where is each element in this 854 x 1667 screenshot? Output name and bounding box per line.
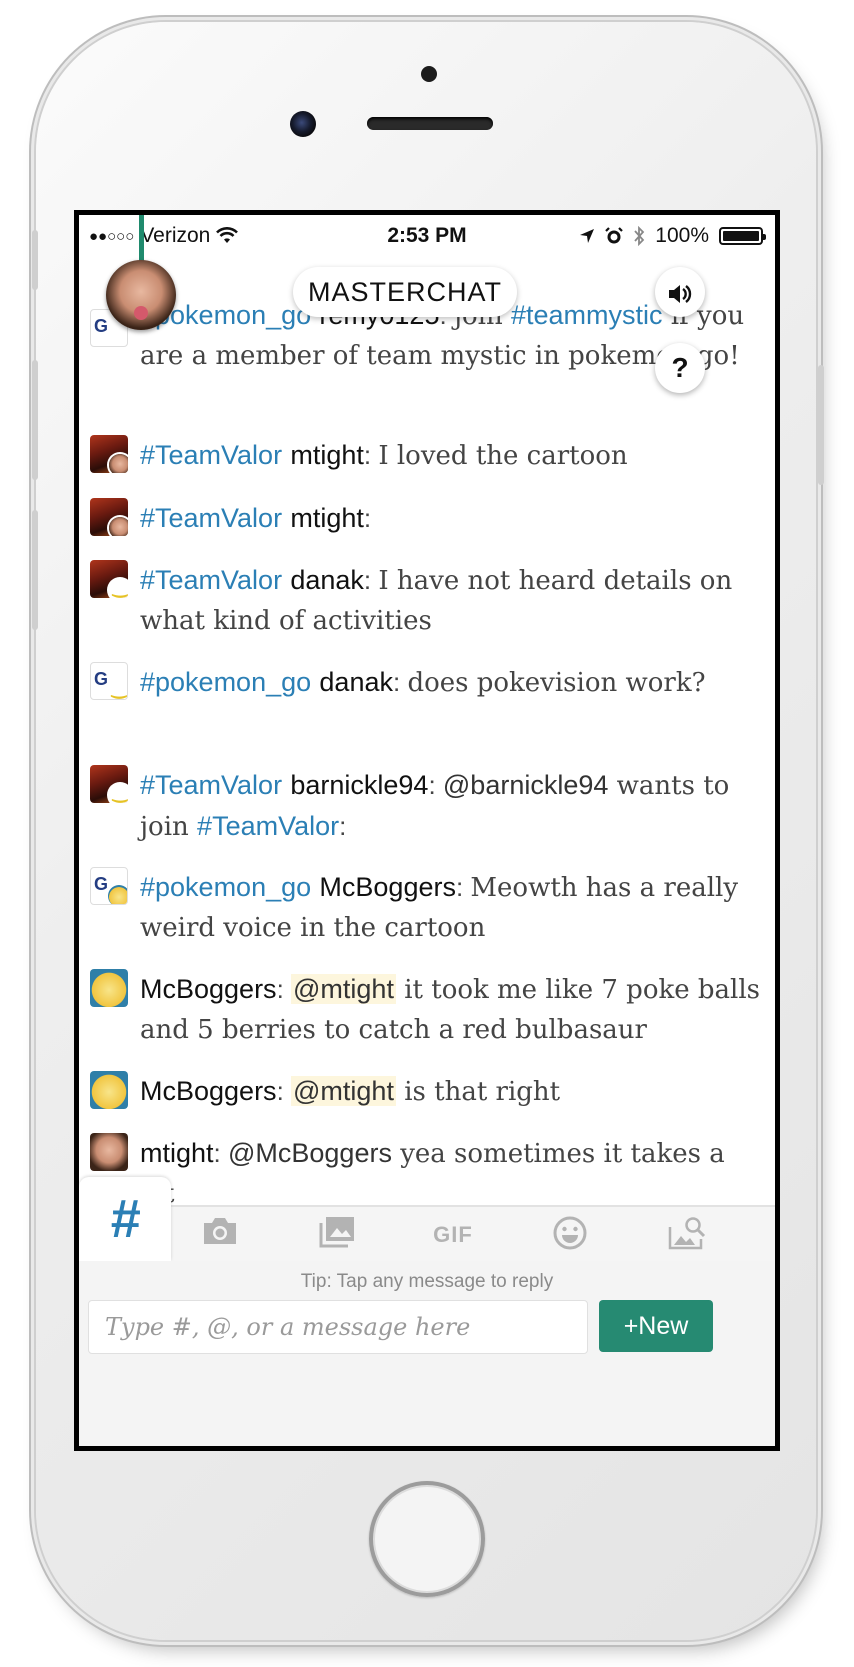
channel-tag[interactable]: #TeamValor <box>140 565 282 595</box>
bluetooth-icon <box>634 226 645 246</box>
username[interactable]: McBoggers <box>140 974 277 1004</box>
message-text: #TeamValor barnickle94: @barnickle94 wan… <box>140 765 760 847</box>
message-text: McBoggers: @mtight it took me like 7 pok… <box>140 969 760 1050</box>
home-button[interactable] <box>369 1481 485 1597</box>
message-text: mtight: @McBoggers yea sometimes it take… <box>140 1133 760 1214</box>
channel-tag[interactable]: #TeamValor <box>140 770 282 800</box>
avatar <box>90 867 128 905</box>
inline-tag[interactable]: #teammystic <box>511 300 663 330</box>
mention[interactable]: @mtight <box>291 1076 396 1106</box>
speaker-icon <box>669 284 692 303</box>
separator: : <box>363 503 372 533</box>
battery-percent: 100% <box>655 224 709 247</box>
avatar <box>90 560 128 598</box>
message-text: #pokemon_go McBoggers: Meowth has a real… <box>140 867 760 948</box>
avatar <box>90 1071 128 1109</box>
avatar <box>90 498 128 536</box>
gallery-icon <box>319 1217 354 1248</box>
separator: : <box>276 974 292 1004</box>
app-screen: ●●○○○ Verizon 2:53 PM 100% #pokemon_go r… <box>79 215 775 1446</box>
avatar <box>90 765 128 803</box>
alarm-icon <box>605 227 624 244</box>
camera-icon <box>204 1218 236 1244</box>
username[interactable]: barnickle94 <box>290 770 428 800</box>
separator: : <box>276 1076 292 1106</box>
message-body: is that right <box>395 1077 561 1107</box>
app-title[interactable]: MASTERCHAT <box>293 267 517 317</box>
battery-icon <box>719 227 766 245</box>
avatar <box>90 1133 128 1171</box>
message-body: I loved the cartoon <box>378 441 628 471</box>
avatar <box>90 435 128 473</box>
separator: : <box>455 872 471 902</box>
channel-tag[interactable]: #pokemon_go <box>140 872 311 902</box>
status-bar: ●●○○○ Verizon 2:53 PM 100% <box>79 215 775 255</box>
username[interactable]: mtight <box>140 1138 214 1168</box>
mention[interactable]: @barnickle94 <box>443 770 609 800</box>
proximity-sensor <box>421 66 437 82</box>
message-text: McBoggers: @mtight is that right <box>140 1071 760 1112</box>
mention[interactable]: @mtight <box>291 974 396 1004</box>
gallery-button[interactable] <box>312 1215 362 1255</box>
separator: : <box>363 440 379 470</box>
message-input[interactable]: Type #, @, or a message here <box>88 1300 588 1354</box>
username[interactable]: McBoggers <box>140 1076 277 1106</box>
camera-button[interactable] <box>195 1215 245 1255</box>
help-button[interactable]: ? <box>655 343 705 393</box>
thread-indicator <box>139 215 144 263</box>
mute-switch <box>32 230 38 290</box>
username[interactable]: mtight <box>290 440 364 470</box>
separator: : <box>363 565 379 595</box>
message-text: #pokemon_go danak: does pokevision work? <box>140 662 760 703</box>
inline-tag[interactable]: #TeamValor <box>197 811 339 841</box>
gif-button[interactable]: GIF <box>428 1215 478 1255</box>
message-body: does pokevision work? <box>407 668 706 698</box>
username[interactable]: danak <box>319 667 393 697</box>
username[interactable]: mtight <box>290 503 364 533</box>
message-text: #TeamValor mtight: <box>140 498 760 539</box>
volume-down-button <box>32 510 38 630</box>
separator: : <box>392 667 408 697</box>
image-search-icon <box>668 1217 706 1250</box>
sound-toggle-button[interactable] <box>655 267 705 317</box>
message-text: #TeamValor mtight: I loved the cartoon <box>140 435 760 476</box>
avatar <box>90 662 128 700</box>
username[interactable]: danak <box>290 565 364 595</box>
message-text: #TeamValor danak: I have not heard detai… <box>140 560 760 641</box>
tip-text: Tip: Tap any message to reply <box>300 1271 554 1292</box>
separator: : <box>428 770 443 800</box>
earpiece-speaker <box>367 117 493 130</box>
image-search-button[interactable] <box>662 1215 712 1255</box>
volume-up-button <box>32 360 38 480</box>
power-button <box>818 365 824 485</box>
new-button[interactable]: +New <box>599 1300 713 1352</box>
username[interactable]: McBoggers <box>319 872 456 902</box>
channel-tag[interactable]: #pokemon_go <box>140 667 311 697</box>
emoji-button[interactable] <box>545 1215 595 1255</box>
avatar <box>90 969 128 1007</box>
front-camera <box>290 111 316 137</box>
hashtag-tab[interactable]: # <box>79 1177 171 1261</box>
separator: : <box>213 1138 228 1168</box>
emoji-icon <box>553 1216 587 1250</box>
mention[interactable]: @McBoggers <box>228 1138 392 1168</box>
channel-tag[interactable]: #TeamValor <box>140 503 282 533</box>
user-avatar-button[interactable] <box>106 260 176 330</box>
message-body: : <box>339 811 347 841</box>
location-arrow-icon <box>580 229 595 243</box>
channel-tag[interactable]: #TeamValor <box>140 440 282 470</box>
